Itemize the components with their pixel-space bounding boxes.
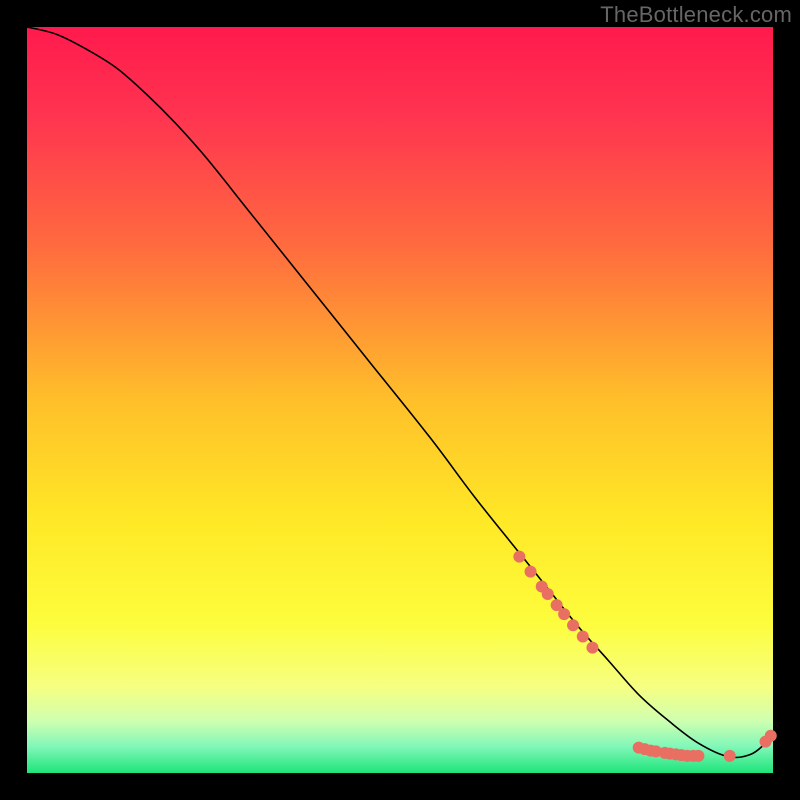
watermark-text: TheBottleneck.com <box>600 2 792 28</box>
data-marker <box>586 642 598 654</box>
data-marker <box>542 588 554 600</box>
data-marker <box>692 750 704 762</box>
chart-svg <box>27 27 773 773</box>
data-marker <box>567 619 579 631</box>
data-marker <box>525 566 537 578</box>
data-marker <box>558 608 570 620</box>
data-marker <box>724 750 736 762</box>
chart-plot-area <box>27 27 773 773</box>
data-marker <box>513 551 525 563</box>
data-marker <box>765 730 777 742</box>
data-marker <box>577 630 589 642</box>
